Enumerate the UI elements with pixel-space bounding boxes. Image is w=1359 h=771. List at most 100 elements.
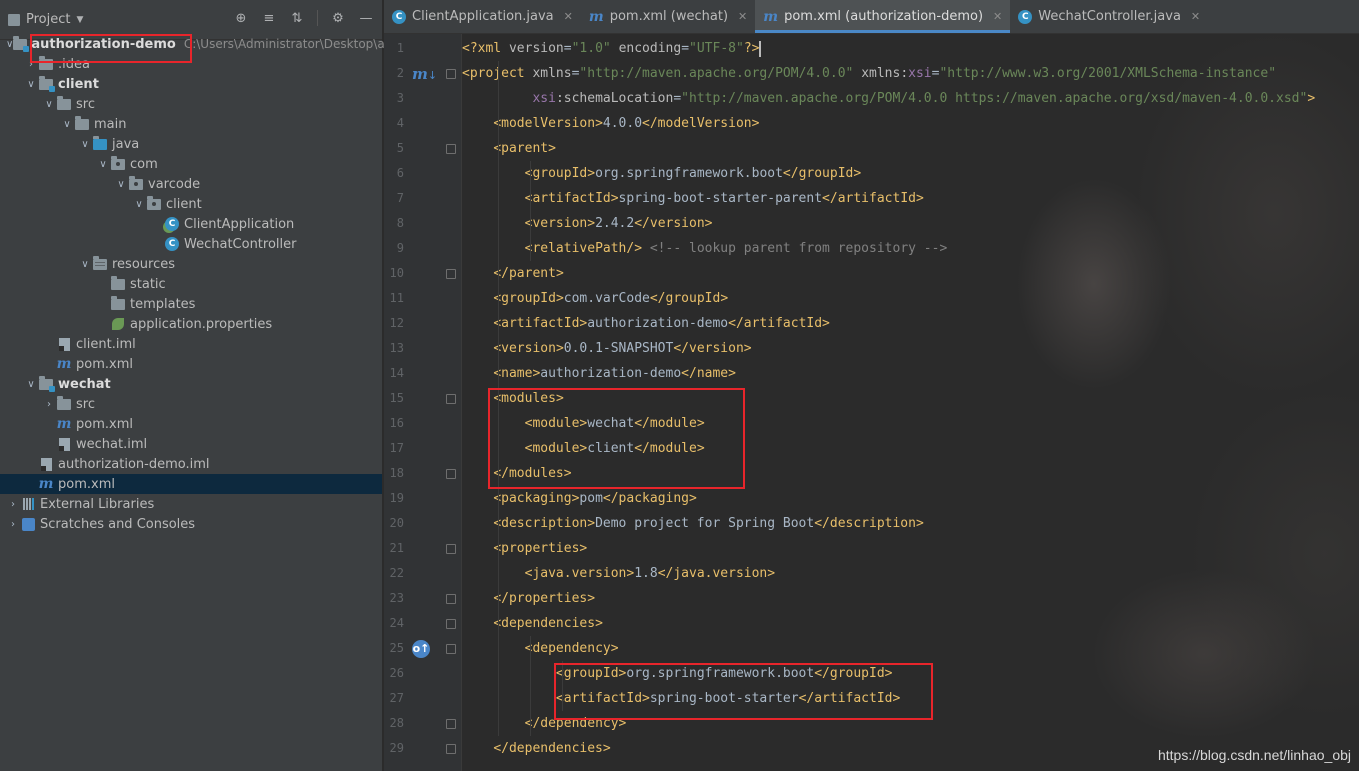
fold-marker-icon[interactable] (446, 744, 456, 754)
tree-item-wechat-iml[interactable]: wechat.iml (0, 434, 382, 454)
code-line: </modules> (493, 466, 572, 481)
tree-item-wechat-controller[interactable]: C WechatController (0, 234, 382, 254)
tree-item-wechat-module[interactable]: ∨ wechat (0, 374, 382, 394)
collapse-all-icon[interactable]: ⇅ (289, 10, 305, 26)
tree-item-varcode[interactable]: ∨ varcode (0, 174, 382, 194)
project-view-selector[interactable]: Project ▼ (8, 12, 83, 27)
tree-item-external-libraries[interactable]: › External Libraries (0, 494, 382, 514)
tree-item-templates[interactable]: templates (0, 294, 382, 314)
tree-item-idea[interactable]: › .idea (0, 54, 382, 74)
tab-pom-authorization-demo[interactable]: m pom.xml (authorization-demo) ✕ (755, 0, 1011, 33)
tree-item-main[interactable]: ∨ main (0, 114, 382, 134)
tree-item-src[interactable]: ∨ src (0, 94, 382, 114)
code-line: <artifactId>authorization-demo</artifact… (493, 316, 830, 331)
fold-marker-icon[interactable] (446, 594, 456, 604)
tab-pom-wechat[interactable]: m pom.xml (wechat) ✕ (581, 0, 755, 33)
close-icon[interactable]: ✕ (993, 10, 1002, 23)
chevron-down-icon[interactable]: ∨ (24, 379, 38, 390)
maven-icon: m (56, 356, 72, 372)
watermark: https://blog.csdn.net/linhao_obj (1157, 747, 1351, 763)
tree-item-scratches[interactable]: › Scratches and Consoles (0, 514, 382, 534)
tree-item-label: application.properties (130, 316, 273, 332)
line-number: 25 (389, 641, 404, 655)
code-line: <version>0.0.1-SNAPSHOT</version> (493, 341, 752, 356)
chevron-right-icon[interactable]: › (6, 519, 20, 530)
tree-item-client-iml[interactable]: client.iml (0, 334, 382, 354)
chevron-down-icon[interactable]: ∨ (6, 39, 13, 50)
fold-marker-icon[interactable] (446, 144, 456, 154)
line-number: 16 (389, 416, 404, 430)
chevron-down-icon[interactable]: ∨ (96, 159, 110, 170)
chevron-right-icon[interactable]: › (6, 499, 20, 510)
chevron-right-icon[interactable]: › (42, 399, 56, 410)
folder-icon (110, 275, 126, 292)
chevron-down-icon[interactable]: ∨ (78, 139, 92, 150)
maven-run-icon[interactable]: m↓ (412, 65, 437, 83)
chevron-down-icon[interactable]: ∨ (114, 179, 128, 190)
tree-item-client-package[interactable]: ∨ client (0, 194, 382, 214)
line-number: 19 (389, 491, 404, 505)
tab-client-application[interactable]: C ClientApplication.java ✕ (384, 0, 581, 33)
code-line: <dependency> (524, 641, 619, 656)
line-number: 7 (396, 191, 404, 205)
module-folder-icon (13, 35, 30, 52)
chevron-right-icon[interactable]: › (24, 59, 38, 70)
module-folder-icon (38, 75, 55, 92)
chevron-down-icon[interactable]: ∨ (132, 199, 146, 210)
chevron-down-icon[interactable]: ∨ (60, 119, 74, 130)
code-line: <version>2.4.2</version> (524, 216, 713, 231)
maven-icon: m (588, 8, 604, 25)
gear-icon[interactable]: ⚙ (330, 10, 346, 26)
tree-item-wechat-src[interactable]: › src (0, 394, 382, 414)
fold-marker-icon[interactable] (446, 619, 456, 629)
tree-item-wechat-pom[interactable]: m pom.xml (0, 414, 382, 434)
editor-tabs: C ClientApplication.java ✕ m pom.xml (we… (384, 0, 1359, 34)
tree-item-root-pom[interactable]: m pom.xml (0, 474, 382, 494)
code-line: <java.version>1.8</java.version> (524, 566, 776, 581)
spring-properties-icon (110, 316, 126, 332)
tab-label: WechatController.java (1038, 9, 1181, 24)
tree-item-client-pom[interactable]: m pom.xml (0, 354, 382, 374)
close-icon[interactable]: ✕ (738, 10, 747, 23)
dependency-navigate-icon[interactable]: o↑ (412, 640, 430, 658)
tree-item-label: pom.xml (76, 356, 133, 372)
close-icon[interactable]: ✕ (1191, 10, 1200, 23)
line-number: 24 (389, 616, 404, 630)
close-icon[interactable]: ✕ (564, 10, 573, 23)
tree-item-com[interactable]: ∨ com (0, 154, 382, 174)
tree-item-client-module[interactable]: ∨ client (0, 74, 382, 94)
fold-marker-icon[interactable] (446, 394, 456, 404)
tree-item-root-iml[interactable]: authorization-demo.iml (0, 454, 382, 474)
locate-icon[interactable]: ⊕ (233, 10, 249, 26)
code-line: <name>authorization-demo</name> (493, 366, 736, 381)
code-area[interactable]: <?xml version="1.0" encoding="UTF-8"?> <p… (462, 34, 1359, 771)
line-number: 11 (389, 291, 404, 305)
scratches-icon (20, 516, 36, 532)
maven-icon: m (763, 8, 779, 25)
expand-all-icon[interactable]: ≡ (261, 10, 277, 26)
fold-marker-icon[interactable] (446, 469, 456, 479)
tree-item-resources[interactable]: ∨ resources (0, 254, 382, 274)
minimize-icon[interactable]: — (358, 10, 374, 26)
tree-item-authorization-demo[interactable]: ∨ authorization-demo C:\Users\Administra… (0, 34, 397, 54)
fold-marker-icon[interactable] (446, 644, 456, 654)
tree-item-label: com (130, 156, 158, 172)
fold-marker-icon[interactable] (446, 719, 456, 729)
code-line: <?xml version="1.0" encoding="UTF-8"?> (462, 40, 762, 57)
tree-item-client-application[interactable]: C ClientApplication (0, 214, 382, 234)
fold-marker-icon[interactable] (446, 269, 456, 279)
project-tree: ∨ authorization-demo C:\Users\Administra… (0, 34, 397, 534)
tree-item-application-properties[interactable]: application.properties (0, 314, 382, 334)
line-number: 8 (396, 216, 404, 230)
fold-marker-icon[interactable] (446, 69, 456, 79)
chevron-down-icon[interactable]: ∨ (78, 259, 92, 270)
tab-wechat-controller[interactable]: C WechatController.java ✕ (1010, 0, 1208, 33)
code-line: <groupId>org.springframework.boot</group… (524, 166, 862, 181)
code-line: <artifactId>spring-boot-starter-parent</… (524, 191, 924, 206)
fold-marker-icon[interactable] (446, 544, 456, 554)
class-icon: C (392, 9, 406, 24)
tree-item-static[interactable]: static (0, 274, 382, 294)
chevron-down-icon[interactable]: ∨ (42, 99, 56, 110)
chevron-down-icon[interactable]: ∨ (24, 79, 38, 90)
tree-item-java[interactable]: ∨ java (0, 134, 382, 154)
